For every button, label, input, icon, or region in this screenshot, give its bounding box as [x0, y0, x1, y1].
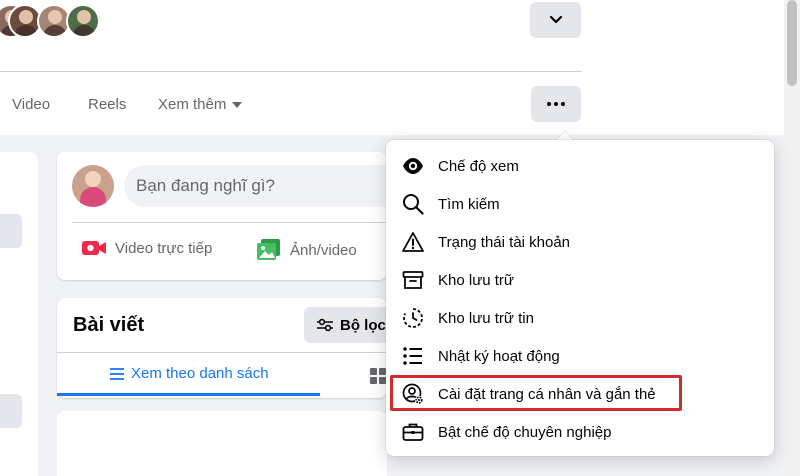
story-archive-icon — [403, 308, 423, 328]
warning-icon — [402, 232, 424, 252]
menu-item-label: Tìm kiếm — [438, 195, 500, 213]
photo-video-icon — [257, 239, 280, 260]
menu-item-view-as[interactable]: Chế độ xem — [394, 148, 766, 184]
left-intro-panel — [0, 152, 38, 476]
friend-avatar[interactable] — [66, 4, 100, 38]
menu-item-label: Kho lưu trữ tin — [438, 309, 534, 327]
menu-item-label: Nhật ký hoạt động — [438, 347, 560, 365]
left-panel-button[interactable] — [0, 394, 22, 428]
menu-item-search[interactable]: Tìm kiếm — [394, 186, 766, 222]
status-input-placeholder: Bạn đang nghĩ gì? — [136, 176, 275, 195]
filter-button[interactable]: Bộ lọc — [304, 307, 387, 343]
active-tab-indicator — [57, 393, 320, 396]
menu-item-account-status[interactable]: Trạng thái tài khoản — [394, 224, 766, 260]
photo-video-label: Ảnh/video — [290, 241, 357, 259]
post-composer: Bạn đang nghĩ gì? Video trực tiếp Ảnh/vi… — [57, 152, 387, 280]
list-icon — [110, 367, 124, 380]
photo-video-button[interactable]: Ảnh/video — [256, 238, 357, 262]
profile-header: Video Reels Xem thêm — [0, 0, 800, 135]
live-video-label: Video trực tiếp — [115, 239, 213, 257]
filter-icon — [317, 318, 333, 332]
avatar[interactable] — [72, 165, 114, 207]
caret-down-icon — [232, 101, 243, 108]
menu-item-label: Kho lưu trữ — [438, 271, 514, 289]
composer-divider — [72, 222, 387, 223]
more-options-button[interactable] — [531, 86, 581, 122]
feed-post-card — [57, 411, 387, 476]
menu-item-label: Cài đặt trang cá nhân và gắn thẻ — [438, 385, 656, 403]
live-video-button[interactable]: Video trực tiếp — [81, 238, 212, 258]
grid-view-icon[interactable] — [370, 368, 387, 384]
live-video-icon — [82, 241, 106, 255]
menu-item-label: Trạng thái tài khoản — [438, 233, 571, 251]
menu-item-label: Bật chế độ chuyên nghiệp — [438, 423, 612, 441]
more-options-menu: Chế độ xem Tìm kiếm Trạng thái tài khoản… — [386, 140, 774, 456]
expand-button[interactable] — [530, 2, 581, 38]
more-dot — [554, 102, 558, 106]
left-panel-button[interactable] — [0, 214, 22, 248]
filter-label: Bộ lọc — [340, 316, 386, 334]
tab-list-view[interactable]: Xem theo danh sách — [109, 365, 269, 382]
archive-icon — [402, 271, 424, 289]
status-input[interactable]: Bạn đang nghĩ gì? — [124, 165, 387, 207]
tab-video[interactable]: Video — [12, 96, 50, 113]
menu-item-professional-mode[interactable]: Bật chế độ chuyên nghiệp — [394, 414, 766, 450]
profile-settings-icon — [402, 383, 424, 405]
posts-section: Bài viết Bộ lọc Xem theo danh sách — [57, 298, 387, 398]
menu-item-activity-log[interactable]: Nhật ký hoạt động — [394, 338, 766, 374]
list-view-label: Xem theo danh sách — [131, 365, 269, 382]
tab-more-label: Xem thêm — [158, 96, 227, 113]
search-icon — [403, 194, 424, 215]
posts-title: Bài viết — [73, 314, 145, 336]
menu-item-profile-tag-settings[interactable]: Cài đặt trang cá nhân và gắn thẻ — [394, 376, 766, 412]
scrollbar-thumb[interactable] — [787, 0, 797, 86]
menu-item-archive[interactable]: Kho lưu trữ — [394, 262, 766, 298]
more-dot — [561, 102, 565, 106]
menu-item-label: Chế độ xem — [438, 157, 519, 175]
eye-icon — [403, 158, 423, 174]
activity-log-icon — [403, 347, 422, 365]
tab-more[interactable]: Xem thêm — [158, 96, 243, 113]
chevron-down-icon — [549, 15, 562, 24]
header-divider — [0, 71, 582, 72]
menu-item-story-archive[interactable]: Kho lưu trữ tin — [394, 300, 766, 336]
more-dots-icon — [547, 102, 551, 106]
briefcase-icon — [402, 423, 424, 441]
tab-reels[interactable]: Reels — [88, 96, 126, 113]
posts-divider — [57, 352, 387, 353]
